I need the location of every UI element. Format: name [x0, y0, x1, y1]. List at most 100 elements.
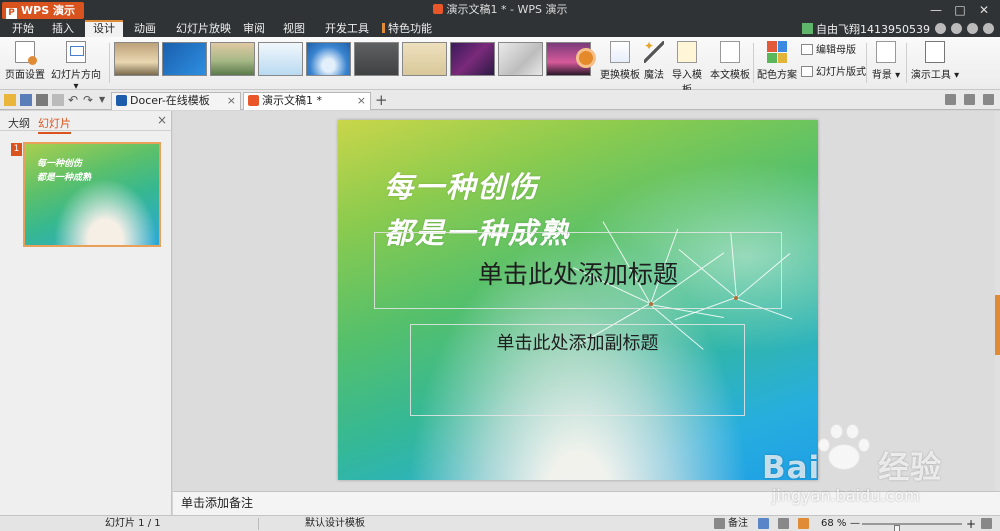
ribbon-separator	[866, 43, 867, 83]
tab-slideshow[interactable]: 幻灯片放映	[176, 20, 231, 37]
close-tab-icon[interactable]: ×	[357, 93, 366, 109]
template-thumb[interactable]	[450, 42, 495, 76]
slides-panel: 大纲 幻灯片 × 1 每一种创伤 都是一种成熟	[0, 111, 172, 515]
template-thumb[interactable]	[498, 42, 543, 76]
template-thumb[interactable]	[114, 42, 159, 76]
change-template-icon	[610, 41, 630, 63]
fit-window-icon[interactable]	[981, 518, 992, 529]
presentation-icon	[432, 4, 443, 14]
presentation-tools-icon	[925, 41, 945, 63]
close-button[interactable]: ✕	[972, 0, 996, 20]
scrollbar-thumb[interactable]	[995, 295, 1000, 355]
close-panel-icon[interactable]: ×	[157, 113, 167, 127]
slide-edit-area: 每一种创伤 都是一种成熟 单击此处添加标题 单击此处添加副标题	[173, 111, 995, 491]
slide-handwritten-line-1[interactable]: 每一种创伤	[384, 164, 539, 206]
window-controls: — □ ✕	[924, 0, 996, 20]
color-scheme-button[interactable]: 配色方案	[757, 41, 797, 81]
slide-count: 幻灯片 1 / 1	[105, 518, 161, 529]
template-thumb[interactable]	[402, 42, 447, 76]
zoom-in-button[interactable]: +	[966, 517, 976, 531]
slideshow-icon[interactable]	[798, 518, 809, 529]
settings-icon[interactable]	[951, 23, 962, 34]
maximize-button[interactable]: □	[948, 0, 972, 20]
redo-icon[interactable]: ↷	[82, 94, 94, 106]
skin-icon[interactable]	[935, 23, 946, 34]
magic-button[interactable]: 魔法	[642, 39, 666, 81]
slide-thumbnail[interactable]: 每一种创伤 都是一种成熟	[23, 142, 161, 247]
customize-qa-icon[interactable]: ▼	[99, 94, 111, 106]
restore-icon[interactable]	[964, 94, 975, 105]
window-title: 演示文稿1 * - WPS 演示	[0, 0, 1000, 20]
minimize-button[interactable]: —	[924, 0, 948, 20]
close-tab-icon[interactable]: ×	[227, 93, 236, 109]
tab-view[interactable]: 视图	[283, 20, 305, 37]
ribbon-separator	[906, 43, 907, 83]
presentation-icon	[248, 95, 259, 106]
title-bar: PWPS 演示 ▾ 演示文稿1 * - WPS 演示 — □ ✕	[0, 0, 1000, 34]
feedback-icon[interactable]	[967, 23, 978, 34]
template-gallery	[114, 42, 591, 78]
notes-pane[interactable]: 单击添加备注	[173, 491, 1000, 515]
subtitle-placeholder[interactable]: 单击此处添加副标题	[410, 324, 745, 416]
tab-review[interactable]: 审阅	[243, 20, 265, 37]
ribbon-separator	[109, 43, 110, 83]
template-thumb[interactable]	[354, 42, 399, 76]
help-icon[interactable]	[983, 23, 994, 34]
print-preview-icon[interactable]	[52, 94, 64, 106]
zoom-out-button[interactable]: —	[850, 517, 860, 531]
ribbon-separator	[753, 43, 754, 83]
slide-orientation-button[interactable]: 幻灯片方向 ▾	[48, 41, 104, 92]
tab-home[interactable]: 开始	[12, 20, 34, 37]
status-separator	[258, 518, 259, 530]
background-icon	[876, 41, 896, 63]
tab-features[interactable]: 特色功能	[382, 20, 432, 37]
slide-canvas[interactable]: 每一种创伤 都是一种成熟 单击此处添加标题 单击此处添加副标题	[338, 120, 818, 480]
zoom-slider-handle[interactable]	[893, 525, 900, 531]
close-doc-icon[interactable]	[983, 94, 994, 105]
slide-layout-button[interactable]: 幻灯片版式	[801, 65, 866, 80]
this-template-button[interactable]: 本文模板	[710, 41, 750, 81]
ribbon-design: 页面设置 幻灯片方向 ▾ 更换模板 魔法 导入模板 本文模板 配色	[0, 37, 1000, 96]
slide-sorter-icon[interactable]	[778, 518, 789, 529]
user-name[interactable]: 自由飞翔1413950539	[816, 21, 930, 37]
notes-toggle-icon[interactable]	[714, 518, 725, 529]
undo-icon[interactable]: ↶	[67, 94, 79, 106]
template-thumb[interactable]	[162, 42, 207, 76]
change-template-button[interactable]: 更换模板	[600, 41, 640, 81]
color-scheme-icon	[767, 41, 787, 63]
template-thumb[interactable]	[306, 42, 351, 76]
template-thumb[interactable]	[210, 42, 255, 76]
slide-layout-icon	[801, 66, 813, 77]
magic-wand-icon	[644, 39, 664, 63]
background-button[interactable]: 背景 ▾	[870, 41, 902, 81]
new-tab-button[interactable]: +	[375, 91, 388, 109]
title-placeholder[interactable]: 单击此处添加标题	[374, 232, 782, 309]
print-icon[interactable]	[36, 94, 48, 106]
import-template-button[interactable]: 导入模板	[668, 41, 706, 96]
tab-insert[interactable]: 插入	[52, 20, 74, 37]
edit-master-button[interactable]: 编辑母版	[801, 43, 856, 58]
status-bar: 幻灯片 1 / 1 默认设计模板 备注 68 % — +	[0, 515, 1000, 531]
page-setup-button[interactable]: 页面设置	[5, 41, 45, 81]
tab-outline[interactable]: 大纲	[8, 115, 30, 131]
user-area[interactable]: 自由飞翔1413950539	[802, 20, 994, 37]
more-templates-icon[interactable]	[576, 48, 596, 68]
tab-design[interactable]: 设计	[85, 20, 123, 37]
tab-animation[interactable]: 动画	[134, 20, 156, 37]
import-template-icon	[677, 41, 697, 63]
template-thumb[interactable]	[258, 42, 303, 76]
pin-icon[interactable]	[945, 94, 956, 105]
thumb-text: 都是一种成熟	[37, 173, 92, 183]
tab-slides[interactable]: 幻灯片	[38, 115, 71, 134]
tab-developer[interactable]: 开发工具	[325, 20, 369, 37]
open-folder-icon[interactable]	[4, 94, 16, 106]
tab-docer-templates[interactable]: Docer-在线模板 ×	[111, 92, 241, 110]
page-setup-icon	[15, 41, 37, 65]
tab-presentation-1[interactable]: 演示文稿1 * ×	[243, 92, 371, 110]
notes-toggle-label[interactable]: 备注	[728, 517, 748, 531]
presentation-tools-button[interactable]: 演示工具 ▾	[910, 41, 960, 81]
normal-view-icon[interactable]	[758, 518, 769, 529]
zoom-slider[interactable]	[862, 523, 962, 531]
save-icon[interactable]	[20, 94, 32, 106]
vertical-scrollbar[interactable]	[995, 111, 1000, 491]
